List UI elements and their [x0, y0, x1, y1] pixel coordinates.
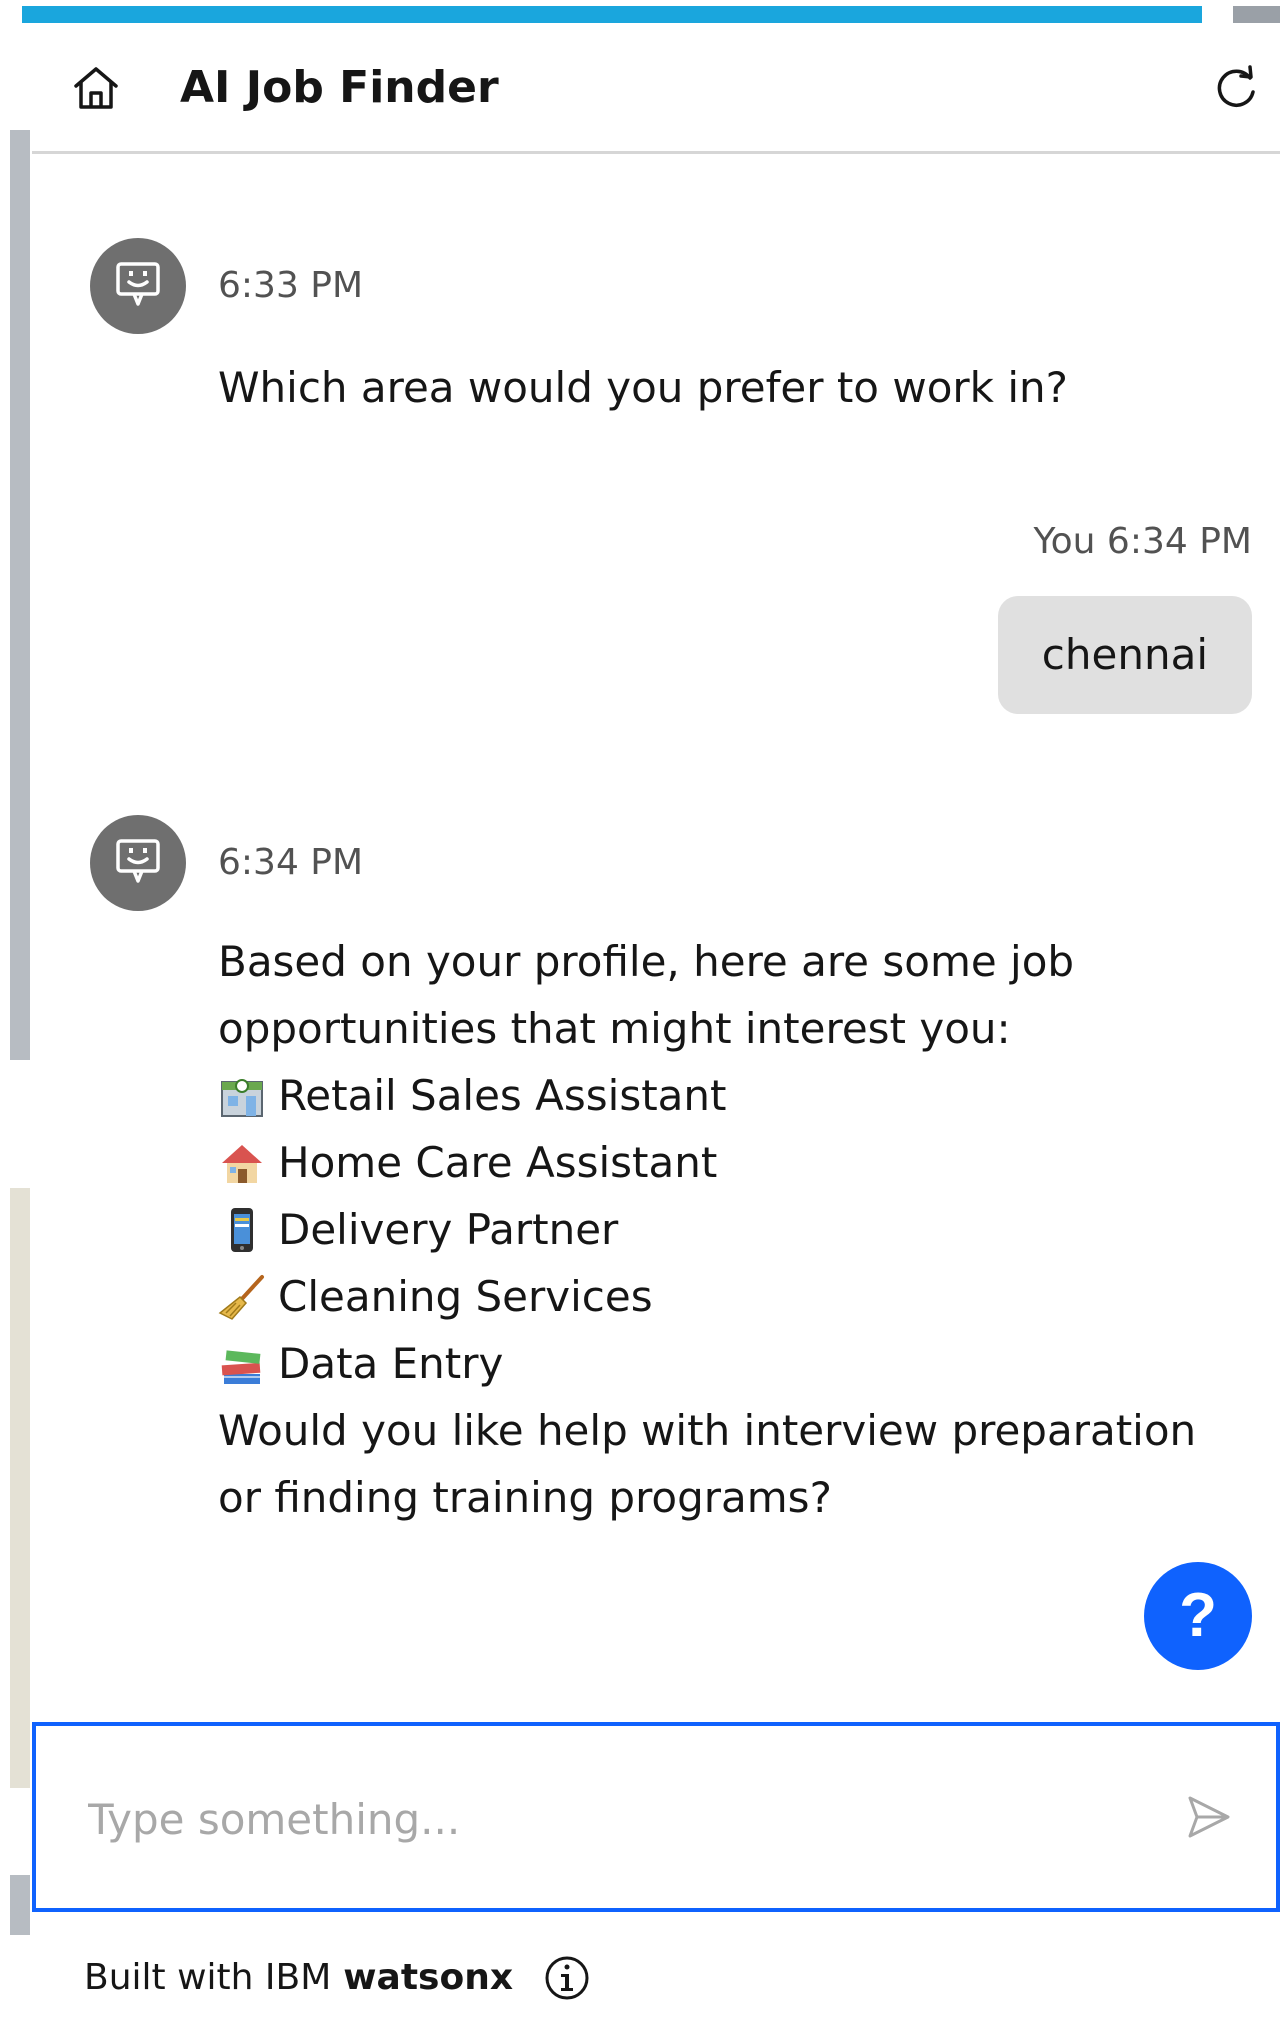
house-icon — [218, 1139, 266, 1187]
background-page-edge — [10, 130, 30, 1060]
chat-bot-icon — [116, 839, 160, 883]
footer-text: Built with IBM — [84, 1957, 332, 1998]
chat-panel: AI Job Finder 6:33 PM Which area would y… — [32, 24, 1280, 2020]
list-item: Delivery Partner — [218, 1196, 727, 1263]
refresh-icon[interactable] — [1210, 62, 1262, 114]
bot-message-text: Based on your profile, here are some job — [218, 937, 1075, 986]
footer: Built with IBM watsonx — [84, 1948, 591, 2008]
loading-progress-bar — [22, 6, 1202, 23]
footer-brand: watsonx — [343, 1957, 514, 1998]
home-icon[interactable] — [70, 62, 122, 114]
background-page-edge — [10, 1875, 30, 1935]
page: AI Job Finder 6:33 PM Which area would y… — [0, 0, 1280, 2020]
list-item: Cleaning Services — [218, 1263, 727, 1330]
chat-bot-icon — [116, 262, 160, 306]
bot-avatar — [90, 815, 186, 911]
list-item: Data Entry — [218, 1330, 727, 1397]
job-label: Home Care Assistant — [278, 1138, 718, 1187]
message-timestamp: 6:34 PM — [218, 842, 364, 883]
message-input[interactable] — [86, 1774, 1086, 1864]
list-item: Home Care Assistant — [218, 1129, 727, 1196]
info-icon[interactable] — [543, 1954, 591, 2002]
message-composer — [32, 1722, 1280, 1912]
store-icon — [218, 1072, 266, 1120]
job-list: Retail Sales Assistant Home Care Assista… — [218, 1062, 727, 1397]
job-label: Cleaning Services — [278, 1272, 653, 1321]
broom-icon — [218, 1273, 266, 1321]
window-tab — [1233, 6, 1280, 23]
help-button[interactable]: ? — [1144, 1562, 1252, 1670]
send-icon[interactable] — [1184, 1792, 1234, 1842]
background-page-edge — [10, 1188, 30, 1788]
job-label: Retail Sales Assistant — [278, 1071, 727, 1120]
bot-message-text: Which area would you prefer to work in? — [218, 363, 1068, 412]
bot-message-text: or finding training programs? — [218, 1473, 832, 1522]
bot-message-text: Would you like help with interview prepa… — [218, 1406, 1197, 1455]
phone-icon — [218, 1206, 266, 1254]
user-message-bubble: chennai — [997, 596, 1252, 714]
bot-message-text: opportunities that might interest you: — [218, 1004, 1011, 1053]
job-label: Data Entry — [278, 1339, 504, 1388]
message-timestamp: 6:33 PM — [218, 265, 364, 306]
books-icon — [218, 1340, 266, 1388]
page-title: AI Job Finder — [180, 62, 499, 113]
user-message-timestamp: You 6:34 PM — [1033, 521, 1252, 562]
bot-avatar — [90, 238, 186, 334]
list-item: Retail Sales Assistant — [218, 1062, 727, 1129]
chat-header: AI Job Finder — [32, 24, 1280, 154]
job-label: Delivery Partner — [278, 1205, 619, 1254]
